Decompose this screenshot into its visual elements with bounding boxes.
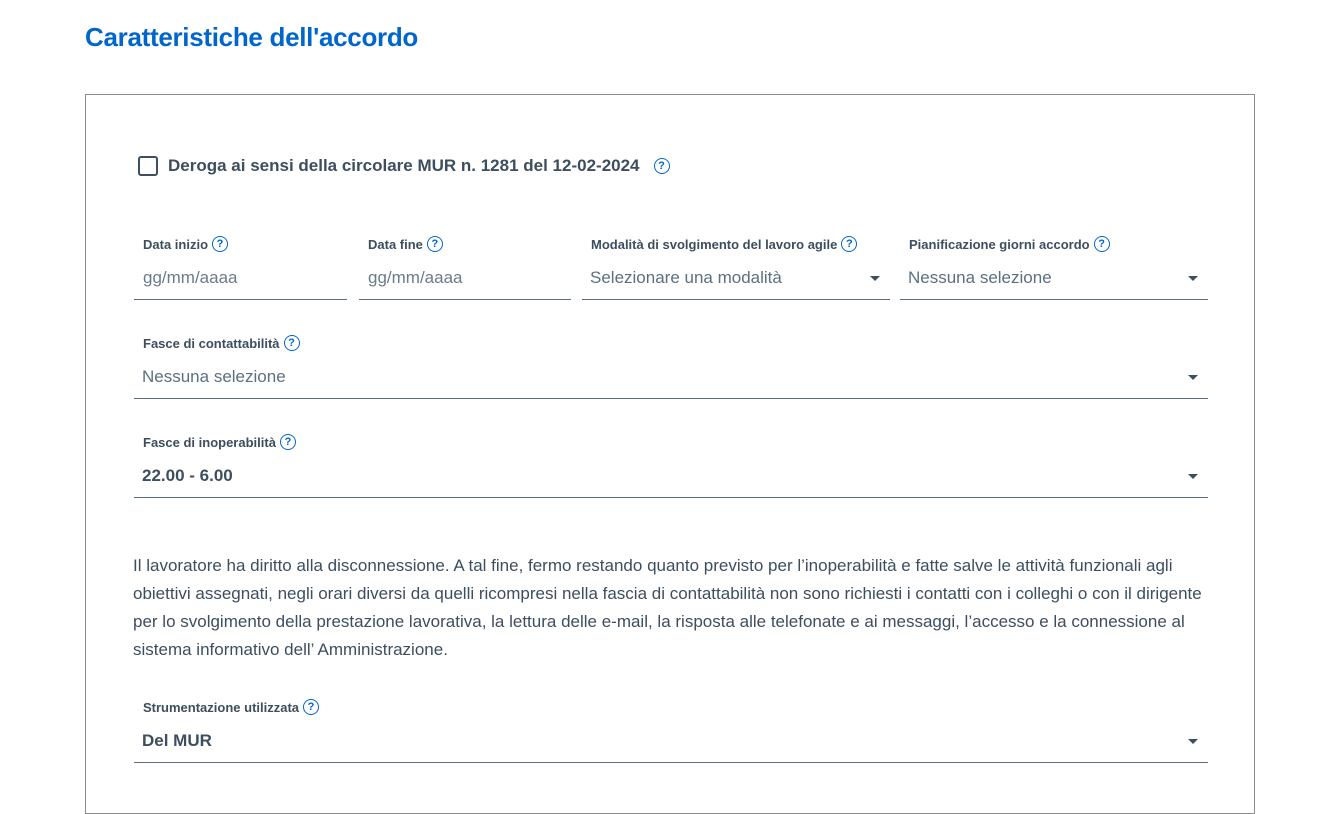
data-inizio-field[interactable]: Data inizio ? gg/mm/aaaa <box>134 234 347 300</box>
caret-down-icon[interactable] <box>1188 739 1198 744</box>
inoperabilita-select[interactable]: Fasce di inoperabilità ? 22.00 - 6.00 <box>134 432 1208 498</box>
help-icon[interactable]: ? <box>841 236 858 252</box>
modalita-value: Selezionare una modalità <box>590 268 782 287</box>
help-icon[interactable]: ? <box>212 236 229 252</box>
deroga-checkbox[interactable] <box>138 156 158 176</box>
help-icon[interactable]: ? <box>303 699 320 715</box>
page-title: Caratteristiche dell'accordo <box>85 22 419 52</box>
caret-down-icon[interactable] <box>870 276 880 281</box>
data-fine-input[interactable]: gg/mm/aaaa <box>368 268 463 288</box>
pianificazione-label: Pianificazione giorni accordo ? <box>909 236 1110 252</box>
deroga-label: Deroga ai sensi della circolare MUR n. 1… <box>168 156 640 175</box>
modalita-label: Modalità di svolgimento del lavoro agile… <box>591 236 858 252</box>
help-icon[interactable]: ? <box>283 335 300 351</box>
contattabilita-select[interactable]: Fasce di contattabilità ? Nessuna selezi… <box>134 333 1208 399</box>
disconnessione-notice: Il lavoratore ha diritto alla disconness… <box>133 556 1202 659</box>
caret-down-icon[interactable] <box>1188 276 1198 281</box>
strumentazione-label: Strumentazione utilizzata ? <box>143 699 320 715</box>
help-icon[interactable]: ? <box>279 434 296 450</box>
contattabilita-value: Nessuna selezione <box>142 367 286 386</box>
inoperabilita-value: 22.00 - 6.00 <box>142 466 233 485</box>
modalita-select[interactable]: Modalità di svolgimento del lavoro agile… <box>582 234 890 300</box>
data-fine-label: Data fine ? <box>368 236 443 252</box>
help-icon[interactable]: ? <box>426 236 443 252</box>
strumentazione-value: Del MUR <box>142 731 212 750</box>
caret-down-icon[interactable] <box>1188 474 1198 479</box>
data-inizio-label: Data inizio ? <box>143 236 229 252</box>
caret-down-icon[interactable] <box>1188 375 1198 380</box>
pianificazione-value: Nessuna selezione <box>908 268 1052 287</box>
inoperabilita-label: Fasce di inoperabilità ? <box>143 434 296 450</box>
data-fine-field[interactable]: Data fine ? gg/mm/aaaa <box>359 234 571 300</box>
strumentazione-select[interactable]: Strumentazione utilizzata ? Del MUR <box>134 697 1208 763</box>
help-icon[interactable]: ? <box>1093 236 1110 252</box>
data-inizio-input[interactable]: gg/mm/aaaa <box>143 268 238 288</box>
deroga-checkbox-row[interactable]: Deroga ai sensi della circolare MUR n. 1… <box>138 156 670 176</box>
pianificazione-select[interactable]: Pianificazione giorni accordo ? Nessuna … <box>900 234 1208 300</box>
help-icon[interactable]: ? <box>653 158 670 174</box>
contattabilita-label: Fasce di contattabilità ? <box>143 335 300 351</box>
